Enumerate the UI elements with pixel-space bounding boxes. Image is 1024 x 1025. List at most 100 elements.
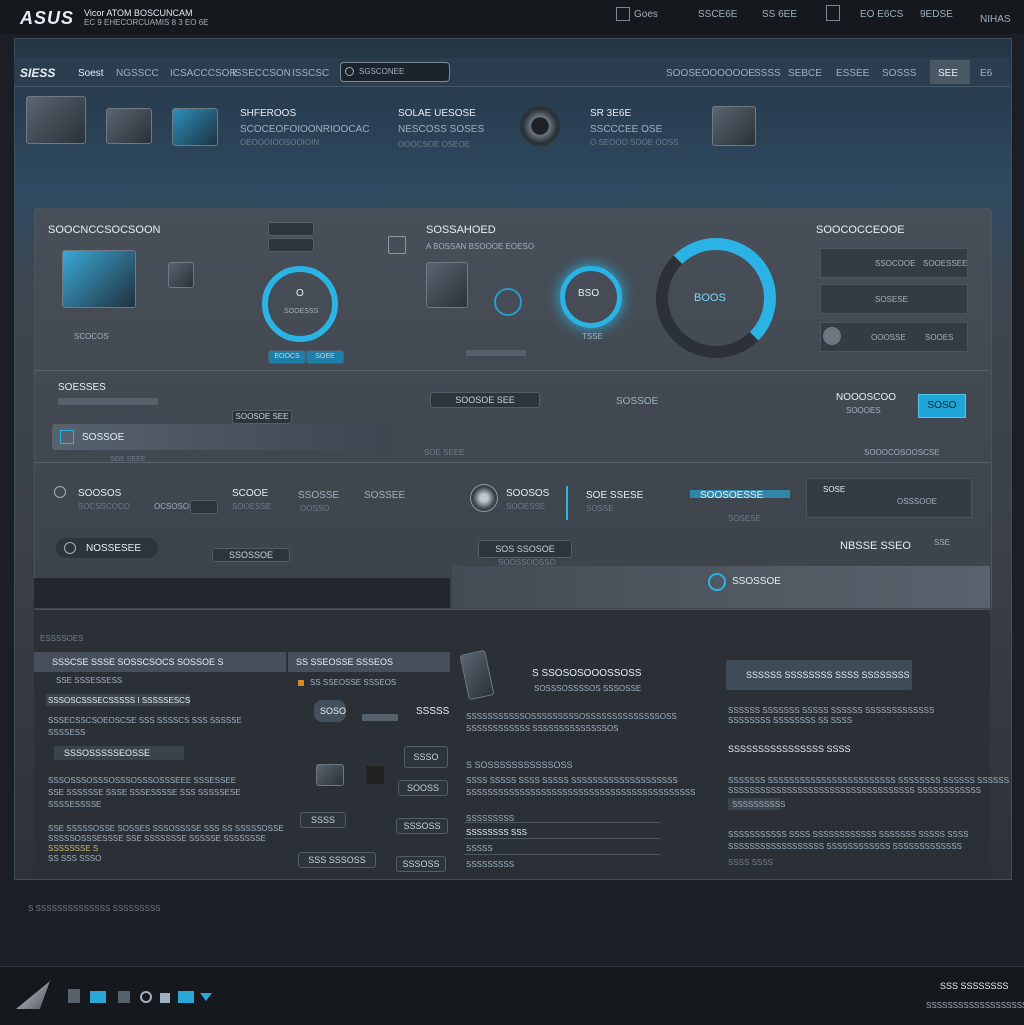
row2-mid2-label: SOSSOE [616,396,659,407]
stat-divider [566,486,568,520]
nav-right-2[interactable]: SSSS [754,68,781,79]
col4-head: SSSSSSSSSSSSSSSS SSSS [728,744,851,754]
monitor-icon[interactable] [172,108,218,146]
stat-card[interactable]: SOSE OSSSOOE [806,478,972,518]
computer-icon[interactable] [62,250,136,308]
bottom-left-pill[interactable]: NOSSESEE [56,538,158,558]
bottom-right-btn[interactable]: SSE [934,538,950,547]
bottom-mid-pill[interactable]: SOS SSOSOE [478,540,572,558]
nav-item-1[interactable]: Soest [78,68,104,79]
small-tab-1[interactable] [268,222,314,236]
right-row-1-value: SOOESSEE [923,259,968,268]
nav-right-3[interactable]: SEBCE [788,68,822,79]
col2-chip-1[interactable]: SOSO [314,700,346,722]
stat-toggle[interactable] [190,500,218,514]
expand-icon[interactable] [388,236,406,254]
footer-icon-1[interactable] [68,989,80,1003]
col4-banner[interactable]: SSSSSS SSSSSSSS SSSS SSSSSSSS [726,660,912,690]
dashboard-mid-title: SOSSAHOED [426,224,496,236]
scale-mid: SOE SEEE [424,448,465,457]
col2-button-6[interactable]: SSSOSS [396,856,446,872]
stat-2-title: SCOOE [232,488,269,499]
row2-mid-pill[interactable]: SOOSOE SEE [430,392,540,408]
gauge-button-2[interactable]: SOEE [306,350,344,364]
gauge-button-1[interactable]: EOOCS [268,350,306,364]
topbar-item-5[interactable]: 9EDSE [920,9,953,20]
nav-right-7[interactable]: E6 [980,68,992,79]
row2-right-label: NOOOSCOO [836,392,897,403]
right-row-3[interactable]: OOOSSE SOOES [820,322,968,352]
nav-item-3[interactable]: ICSACCCSOR [170,68,237,79]
row2-highlight-bar[interactable]: SOSSOE [52,424,392,450]
gauge-3-label: BOOS [694,292,726,304]
topbar-item-2[interactable]: SSCE6E [698,9,737,20]
stat-3-title: SSOSSE [298,490,340,501]
footer-icon-5[interactable] [160,993,170,1003]
dashboard-mid-sub: A BOSSAN BSOOOE EOESO [426,242,535,251]
topbar-item-4[interactable]: EO E6CS [860,9,903,20]
footer-icon-7[interactable] [200,993,212,1001]
right-row-1[interactable]: SSOCOOE SOOESSEE [820,248,968,278]
topbar-item-6[interactable]: NIHAS [980,14,1011,25]
camera-icon[interactable] [520,106,560,146]
nav-brand[interactable]: SIESS [20,66,55,80]
small-tab-2[interactable] [268,238,314,252]
footer-copyright: SSSSSSSSSSSSSSSSSSSS [926,1001,1024,1010]
tablet-icon[interactable] [712,106,756,146]
topbar-item-3[interactable]: SS 6EE [762,9,797,20]
col1-para2-2: SSSSSOSSSESSSE SSE SSSSSSSE SSSSSE SSSSS… [48,834,266,843]
chip-icon [168,262,194,288]
col2-button-1[interactable]: SSSO [404,746,448,768]
play-icon[interactable] [708,573,726,591]
nav-right-1[interactable]: SOOSEOOOOOOE [666,68,755,79]
col3-para1-1: SSSSSSSSSSSOSSSSSSSSSOSSSSSSSSSSSSSSOSS [466,712,677,721]
col4-para1-1: SSSSSS SSSSSSS SSSSS SSSSSS SSSSSSSSSSSS… [728,706,935,715]
stat-1-sub: SOCSSCOCO [78,502,131,511]
gauge-ring-1 [262,266,338,342]
nav-item-5[interactable]: ISSCSC [292,68,329,79]
product-1-title: SHFEROOS [240,108,297,119]
stat-8-sub: OSSSOOE [897,497,938,506]
stat-8-title: SOSE [823,485,846,494]
col3-rule-2 [464,838,660,839]
bottom-action-bar: SSOSSOE [452,566,990,608]
accent-button[interactable]: SOSO [918,394,966,418]
right-row-1-label: SSOCOOE [875,259,916,268]
topbar-item-1[interactable]: Goes [634,9,658,20]
laptop-icon[interactable] [106,108,152,144]
nav-right-5[interactable]: SOSSS [882,68,916,79]
col3-list-3: SSSSS [466,844,493,853]
device-icon-1[interactable] [26,96,86,144]
col1-line-1: SSE SSSESSESS [56,676,123,685]
col2-button-3[interactable]: SSSS [300,812,346,828]
nav-right-4[interactable]: ESSEE [836,68,869,79]
footer-icon-2[interactable] [90,991,106,1003]
col2-dark-icon [366,766,384,784]
col2-button-4[interactable]: SSSOSS [396,818,448,834]
row2-small-button[interactable]: SOOSOE SEE [232,410,292,424]
col1-para2-1: SSE SSSSSOSSE SOSSES SSSOSSSSE SSS SS SS… [48,824,284,833]
nav-active-tab[interactable]: SEE [930,60,970,84]
col2-button-5[interactable]: SSS SSSOSS [298,852,376,868]
stat-5-sub: SOOESSE [506,502,546,511]
col2-chip-1-label: SOSO [320,706,347,716]
col2-button-2[interactable]: SOOSS [398,780,448,796]
bottom-mid-button[interactable]: SSOSSOE [212,548,290,562]
col4-para1-2: SSSSSSSS SSSSSSSS SS SSSS [728,716,853,725]
col2-line-bar [362,714,398,721]
footer-icon-3[interactable] [118,991,130,1003]
bottom-action-label[interactable]: SSOSSOE [732,576,781,587]
search-input[interactable]: SGSCONEE [340,62,450,82]
footer-icon-6[interactable] [178,991,194,1003]
rog-logo-icon[interactable] [16,981,50,1009]
product-1-sub: SCOCEOFOIOONRIOOCAC [240,124,370,135]
nav-item-2[interactable]: NGSSCC [116,68,159,79]
right-row-2[interactable]: SOSESE [820,284,968,314]
row2-highlight-label: SOSSOE [82,432,125,443]
dashboard-left-caption: SCOCOS [74,332,109,341]
nav-item-4[interactable]: ISSECCSON [232,68,291,79]
asus-logo[interactable]: ASUS [20,8,74,29]
footer-icon-4[interactable] [140,991,152,1003]
col4-chip[interactable]: SSSSSSSSSS [728,798,785,810]
stat-5-title: SOOSOS [506,488,550,499]
